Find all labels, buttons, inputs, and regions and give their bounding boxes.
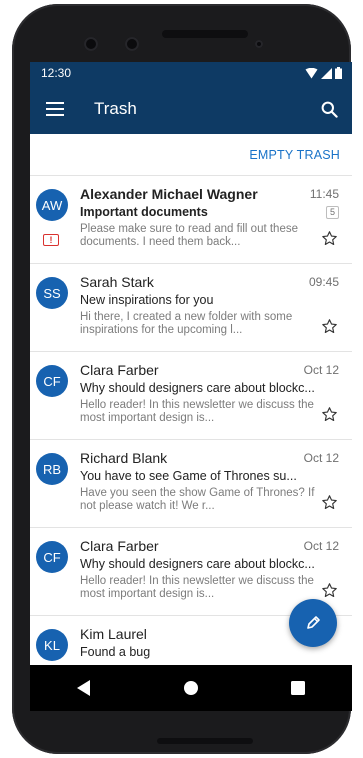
email-row[interactable]: RB Richard Blank Oct 12 You have to see Gam… (30, 440, 352, 528)
battery-icon (335, 67, 342, 79)
earpiece-speaker (162, 30, 248, 38)
star-icon[interactable] (321, 318, 338, 335)
sender-name: Sarah Stark (80, 274, 154, 290)
hamburger-menu-icon[interactable] (46, 102, 64, 116)
email-preview: Hello reader! In this newsletter we disc… (80, 575, 314, 600)
email-row[interactable]: CF Clara Farber Oct 12 Why should designers… (30, 352, 352, 440)
sender-name: Kim Laurel (80, 626, 147, 642)
sender-name: Clara Farber (80, 538, 159, 554)
recents-square-icon (291, 681, 306, 695)
sender-name: Richard Blank (80, 450, 168, 466)
status-icons (305, 67, 342, 79)
sender-name: Alexander Michael Wagner (80, 186, 258, 202)
email-time: 09:45 (308, 275, 339, 289)
important-icon: ! (43, 234, 59, 246)
pencil-icon (307, 616, 320, 629)
email-subject: You have to see Game of Thrones su... (80, 469, 297, 483)
compose-button[interactable] (289, 599, 337, 647)
app-bar: Trash (30, 84, 352, 134)
sender-name: Clara Farber (80, 362, 159, 378)
front-camera (84, 37, 98, 51)
sender-avatar: AW (36, 189, 68, 221)
nav-home-button[interactable] (161, 668, 221, 708)
email-row[interactable]: AW! Alexander Michael Wagner 11:45 5 Importa… (30, 176, 352, 264)
star-icon[interactable] (321, 230, 338, 247)
page-title: Trash (94, 99, 137, 118)
star-icon[interactable] (321, 582, 338, 599)
front-sensor (125, 37, 139, 51)
sender-avatar: CF (36, 365, 68, 397)
empty-trash-button[interactable]: EMPTY TRASH (249, 148, 340, 162)
email-list: AW! Alexander Michael Wagner 11:45 5 Importa… (30, 176, 352, 665)
email-subject: Important documents (80, 205, 208, 219)
trash-action-row: EMPTY TRASH (30, 135, 352, 176)
status-time: 12:30 (41, 66, 72, 80)
email-time: Oct 12 (303, 539, 339, 553)
search-icon[interactable] (321, 101, 338, 118)
email-time: Oct 12 (303, 451, 339, 465)
sender-avatar: KL (36, 629, 68, 661)
email-subject: New inspirations for you (80, 293, 214, 307)
email-preview: Have you seen the show Game of Thrones? … (80, 487, 315, 512)
email-time: Oct 12 (303, 363, 339, 377)
email-subject: Why should designers care about blockc..… (80, 557, 315, 571)
email-time: 11:45 (309, 187, 339, 201)
bottom-speaker (157, 738, 253, 744)
wifi-icon (305, 67, 318, 78)
sender-avatar: RB (36, 453, 68, 485)
email-preview: Hi there, I created a new folder with so… (80, 311, 293, 336)
proximity-sensor (255, 40, 263, 48)
email-subject: Found a bug (80, 645, 151, 659)
android-nav-bar (30, 665, 352, 711)
email-row[interactable]: SS Sarah Stark 09:45 New inspirations for y… (30, 264, 352, 352)
sender-avatar: SS (36, 277, 68, 309)
nav-back-button[interactable] (54, 668, 114, 708)
status-bar: 12:30 (30, 62, 352, 84)
sender-avatar: CF (36, 541, 68, 573)
back-triangle-icon (76, 680, 90, 696)
star-icon[interactable] (321, 494, 338, 511)
email-preview: Hello reader! In this newsletter we disc… (80, 399, 314, 424)
email-subject: Why should designers care about blockc..… (80, 381, 315, 395)
screen: 12:30 Trash EMPTY TRASH AW! Alexander Mic… (30, 62, 352, 665)
email-preview: Please make sure to read and fill out th… (80, 223, 298, 248)
star-icon[interactable] (321, 406, 338, 423)
nav-recents-button[interactable] (268, 668, 328, 708)
home-circle-icon (183, 681, 198, 695)
signal-icon (321, 67, 332, 79)
